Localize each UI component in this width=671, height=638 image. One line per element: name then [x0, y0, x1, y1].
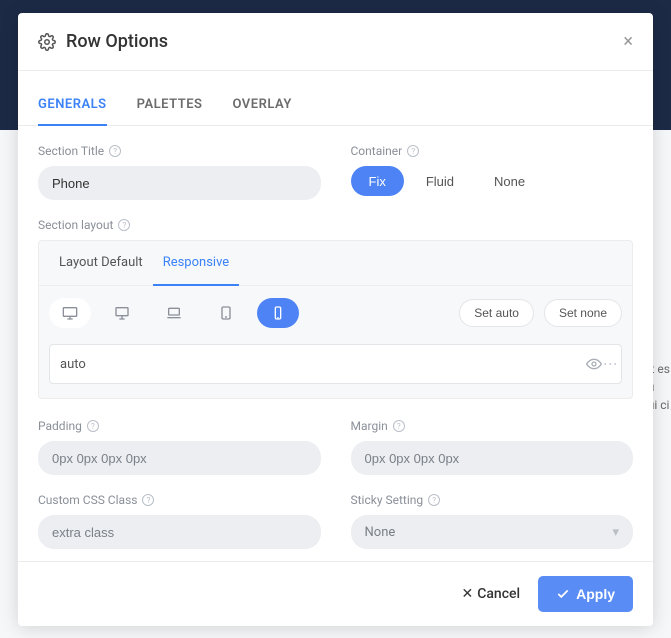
margin-input[interactable] — [351, 441, 634, 475]
device-row: Set auto Set none — [39, 286, 632, 340]
help-icon[interactable]: ? — [87, 420, 99, 432]
section-title-input[interactable] — [38, 166, 321, 200]
padding-label: Padding ? — [38, 419, 321, 433]
container-fix[interactable]: Fix — [351, 166, 404, 196]
device-desktop-wide-icon[interactable] — [49, 298, 91, 328]
tab-overlay[interactable]: OVERLAY — [232, 85, 291, 125]
tab-palettes[interactable]: PALETTES — [137, 85, 203, 125]
margin-label: Margin ? — [351, 419, 634, 433]
layout-tab-responsive[interactable]: Responsive — [153, 241, 240, 286]
css-class-input[interactable] — [38, 515, 321, 549]
check-icon — [556, 587, 570, 601]
cancel-button[interactable]: ✕ Cancel — [462, 586, 521, 602]
section-layout-panel: Layout Default Responsive — [38, 240, 633, 399]
gear-icon — [38, 33, 56, 51]
tab-generals[interactable]: GENERALS — [38, 85, 107, 126]
padding-input[interactable] — [38, 441, 321, 475]
drag-handle-icon[interactable]: ⋮ — [608, 357, 611, 371]
set-none-button[interactable]: Set none — [544, 299, 622, 327]
container-none[interactable]: None — [476, 166, 543, 196]
css-class-label: Custom CSS Class ? — [38, 493, 321, 507]
layout-tab-default[interactable]: Layout Default — [49, 241, 153, 285]
apply-button[interactable]: Apply — [538, 576, 633, 612]
layout-value-text: auto — [60, 357, 86, 372]
close-icon: ✕ — [462, 586, 474, 602]
help-icon[interactable]: ? — [118, 219, 130, 231]
device-desktop-icon[interactable] — [101, 298, 143, 328]
device-laptop-icon[interactable] — [153, 298, 195, 328]
modal-title: Row Options — [66, 31, 623, 52]
sticky-label: Sticky Setting ? — [351, 493, 634, 507]
visibility-icon[interactable] — [586, 356, 602, 372]
modal-footer: ✕ Cancel Apply — [18, 561, 653, 626]
set-auto-button[interactable]: Set auto — [459, 299, 534, 327]
sticky-select[interactable]: None ▾ — [351, 515, 634, 549]
layout-value-box[interactable]: auto ⋮ — [49, 344, 622, 384]
modal-header: Row Options × — [18, 13, 653, 71]
help-icon[interactable]: ? — [428, 494, 440, 506]
main-tabs: GENERALS PALETTES OVERLAY — [18, 85, 653, 126]
section-layout-label: Section layout ? — [38, 218, 633, 232]
help-icon[interactable]: ? — [142, 494, 154, 506]
help-icon[interactable]: ? — [407, 145, 419, 157]
section-title-label: Section Title ? — [38, 144, 321, 158]
container-label: Container ? — [351, 144, 634, 158]
device-phone-icon[interactable] — [257, 298, 299, 328]
close-button[interactable]: × — [623, 33, 633, 51]
help-icon[interactable]: ? — [109, 145, 121, 157]
container-segmented: Fix Fluid None — [351, 166, 634, 196]
chevron-down-icon: ▾ — [612, 525, 619, 540]
help-icon[interactable]: ? — [393, 420, 405, 432]
device-tablet-icon[interactable] — [205, 298, 247, 328]
row-options-modal: Row Options × GENERALS PALETTES OVERLAY … — [18, 13, 653, 626]
container-fluid[interactable]: Fluid — [408, 166, 472, 196]
